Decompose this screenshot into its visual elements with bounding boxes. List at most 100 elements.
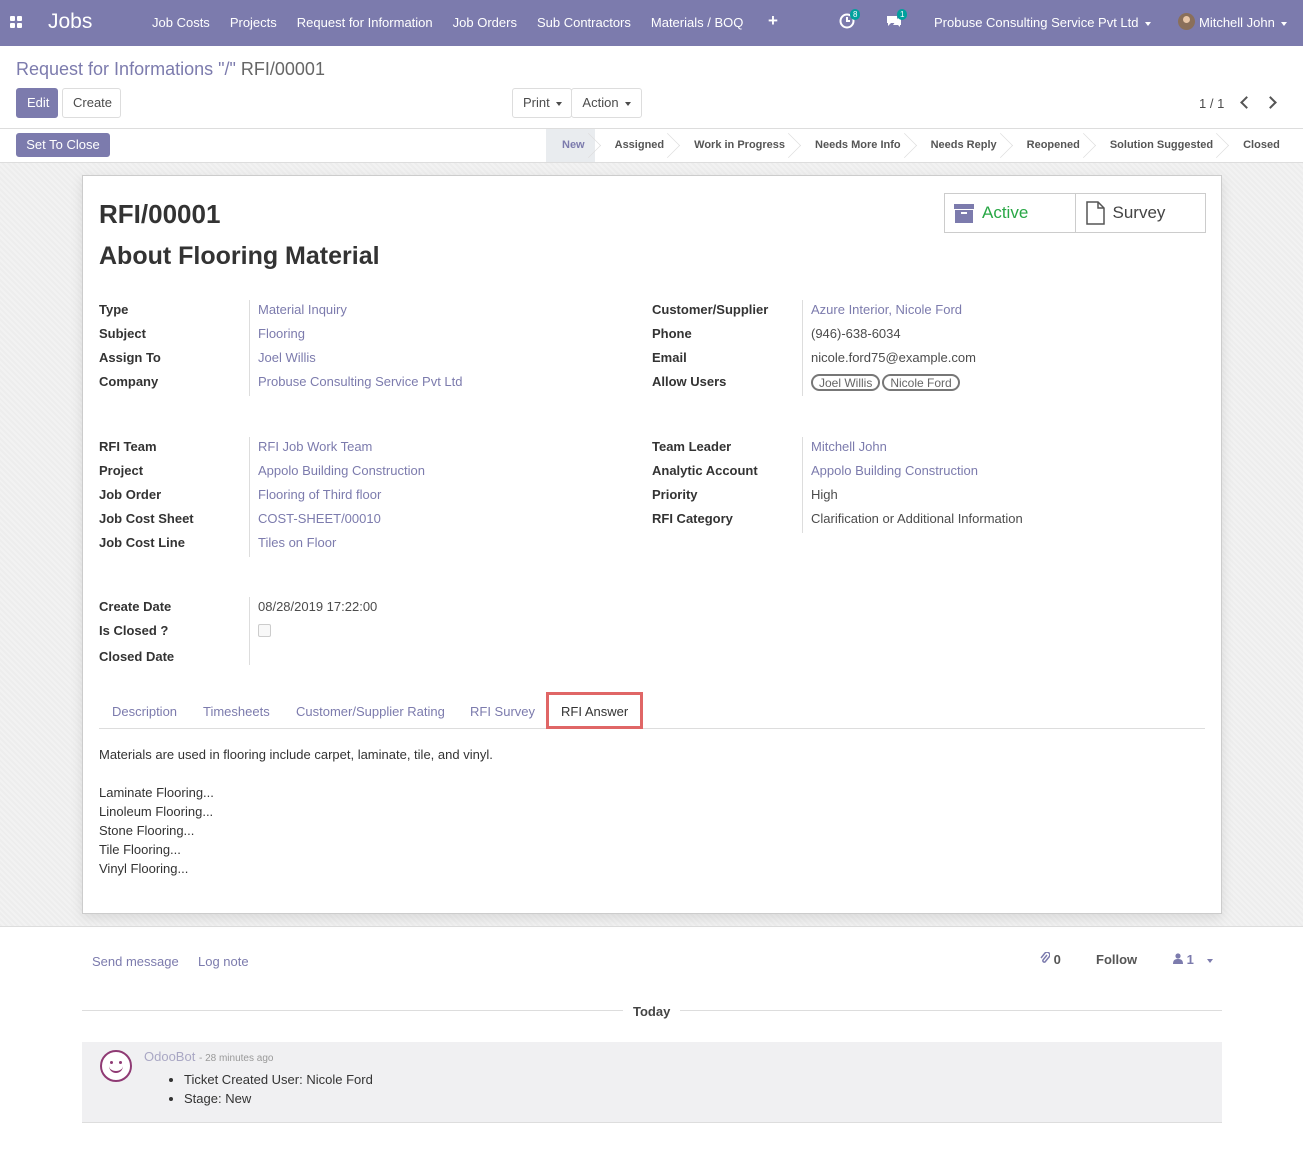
menu-projects[interactable]: Projects [220, 0, 287, 46]
user-avatar[interactable] [1178, 13, 1195, 30]
tracking-list: Ticket Created User: Nicole Ford Stage: … [184, 1070, 373, 1108]
field-label: Company [99, 374, 159, 389]
field-phone: Phone (946)-638-6034 [652, 322, 1192, 346]
field-label: Create Date [99, 599, 172, 614]
attachments-button[interactable]: 0 [1040, 951, 1061, 967]
divider [249, 300, 250, 396]
menu-request-for-information[interactable]: Request for Information [287, 0, 443, 46]
user-tag[interactable]: Joel Willis [811, 374, 881, 392]
tab-timesheets[interactable]: Timesheets [190, 692, 283, 729]
pager-next-icon[interactable] [1264, 96, 1277, 109]
activity-clock-icon[interactable]: 8 [839, 9, 861, 29]
log-note-button[interactable]: Log note [198, 954, 249, 969]
breadcrumb-parent[interactable]: Request for Informations "/" [16, 59, 236, 79]
menu-materials-boq[interactable]: Materials / BOQ [641, 0, 753, 46]
edit-button[interactable]: Edit [16, 88, 58, 118]
stage-bar: New Assigned Work in Progress Needs More… [546, 129, 1290, 162]
field-company: Company Probuse Consulting Service Pvt Lt… [99, 370, 639, 394]
stage-assigned[interactable]: Assigned [595, 129, 675, 162]
menu-job-costs[interactable]: Job Costs [142, 0, 220, 46]
subject-value[interactable]: Flooring [258, 322, 305, 346]
create-button[interactable]: Create [62, 88, 121, 118]
job-order-value[interactable]: Flooring of Third floor [258, 483, 381, 507]
message-time: 28 minutes ago [205, 1053, 274, 1064]
active-label: Active [982, 203, 1029, 222]
list-item: Ticket Created User: Nicole Ford [184, 1070, 373, 1089]
field-label: Email [652, 350, 687, 365]
user-tag[interactable]: Nicole Ford [882, 374, 960, 392]
field-is-closed: Is Closed ? [99, 619, 639, 643]
follow-button[interactable]: Follow [1096, 952, 1137, 967]
answer-line: Stone Flooring... [99, 823, 195, 838]
stage-work-in-progress[interactable]: Work in Progress [674, 129, 795, 162]
stage-needs-reply[interactable]: Needs Reply [911, 129, 1007, 162]
answer-line: Linoleum Flooring... [99, 804, 214, 819]
apps-menu-icon[interactable] [10, 16, 23, 29]
menu-sub-contractors[interactable]: Sub Contractors [527, 0, 641, 46]
plus-icon[interactable]: + [768, 11, 778, 31]
type-value[interactable]: Material Inquiry [258, 298, 347, 322]
pager-previous-icon[interactable] [1240, 96, 1253, 109]
field-allow-users: Allow Users Joel Willis Nicole Ford [652, 370, 1192, 394]
print-dropdown[interactable]: Print [512, 88, 572, 118]
smart-buttons: Active Survey [944, 193, 1206, 233]
job-cost-sheet-value[interactable]: COST-SHEET/00010 [258, 507, 381, 531]
company-value[interactable]: Probuse Consulting Service Pvt Ltd [258, 370, 463, 394]
team-leader-value[interactable]: Mitchell John [811, 435, 887, 459]
messages-chat-icon[interactable]: 1 [886, 9, 908, 29]
field-priority: Priority High [652, 483, 1192, 507]
main-menu: Job Costs Projects Request for Informati… [142, 0, 753, 46]
app-brand[interactable]: Jobs [48, 10, 92, 34]
stage-needs-more-info[interactable]: Needs More Info [795, 129, 911, 162]
archive-icon [953, 201, 975, 225]
stage-closed[interactable]: Closed [1223, 129, 1290, 162]
assign-to-value[interactable]: Joel Willis [258, 346, 316, 370]
job-cost-line-value[interactable]: Tiles on Floor [258, 531, 336, 555]
survey-button[interactable]: Survey [1074, 194, 1206, 232]
answer-intro: Materials are used in flooring include c… [99, 747, 493, 762]
rfi-answer-content: Materials are used in flooring include c… [99, 745, 493, 878]
action-dropdown[interactable]: Action [571, 88, 642, 118]
field-label: Assign To [99, 350, 161, 365]
divider [82, 1010, 623, 1011]
field-label: Closed Date [99, 649, 175, 664]
stage-solution-suggested[interactable]: Solution Suggested [1090, 129, 1223, 162]
field-team-leader: Team Leader Mitchell John [652, 435, 1192, 459]
user-menu[interactable]: Mitchell John [1199, 15, 1287, 30]
stage-reopened[interactable]: Reopened [1007, 129, 1090, 162]
chatter-message: OdooBot - 28 minutes ago Ticket Created … [82, 1042, 1222, 1123]
tab-description[interactable]: Description [99, 692, 190, 729]
field-label: Job Cost Sheet [99, 511, 194, 526]
company-switcher[interactable]: Probuse Consulting Service Pvt Ltd [934, 15, 1151, 30]
tab-rfi-answer[interactable]: RFI Answer [546, 692, 644, 729]
field-email: Email nicole.ford75@example.com [652, 346, 1192, 370]
attachments-count: 0 [1053, 952, 1061, 967]
email-value: nicole.ford75@example.com [811, 350, 976, 365]
active-toggle-button[interactable]: Active [945, 194, 1075, 232]
today-separator: Today [633, 1004, 671, 1019]
field-project: Project Appolo Building Construction [99, 459, 639, 483]
author-name[interactable]: OdooBot [144, 1049, 195, 1064]
rfi-team-value[interactable]: RFI Job Work Team [258, 435, 372, 459]
activity-badge: 8 [850, 9, 861, 20]
customer-supplier-value[interactable]: Azure Interior, Nicole Ford [811, 298, 962, 322]
field-create-date: Create Date 08/28/2019 17:22:00 [99, 595, 639, 619]
answer-line: Laminate Flooring... [99, 785, 214, 800]
is-closed-checkbox[interactable] [258, 624, 271, 637]
followers-button[interactable]: 1 [1173, 952, 1214, 967]
stage-new[interactable]: New [546, 129, 595, 162]
menu-job-orders[interactable]: Job Orders [443, 0, 527, 46]
field-group-general-right: Customer/Supplier Azure Interior, Nicole … [652, 298, 1192, 394]
odoobot-avatar[interactable] [100, 1050, 132, 1082]
field-label: Priority [652, 487, 698, 502]
tab-customer-supplier-rating[interactable]: Customer/Supplier Rating [283, 692, 458, 729]
field-job-cost-line: Job Cost Line Tiles on Floor [99, 531, 639, 555]
project-value[interactable]: Appolo Building Construction [258, 459, 425, 483]
rfi-category-value: Clarification or Additional Information [811, 511, 1023, 526]
field-rfi-team: RFI Team RFI Job Work Team [99, 435, 639, 459]
field-label: Subject [99, 326, 146, 341]
send-message-button[interactable]: Send message [92, 954, 179, 969]
set-to-close-button[interactable]: Set To Close [16, 133, 110, 157]
analytic-account-value[interactable]: Appolo Building Construction [811, 459, 978, 483]
tab-rfi-survey[interactable]: RFI Survey [457, 692, 548, 729]
